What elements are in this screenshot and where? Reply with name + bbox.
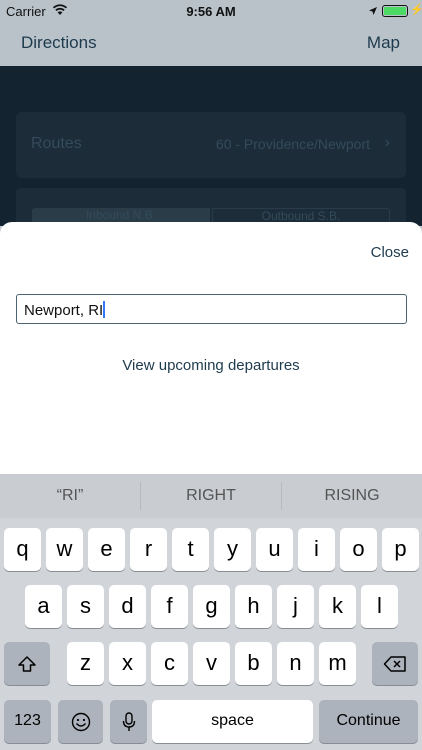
numbers-key[interactable]: 123 [4, 700, 51, 743]
text-caret [103, 301, 106, 318]
key-j[interactable]: j [277, 585, 314, 628]
directions-button[interactable]: Directions [21, 33, 97, 53]
key-o[interactable]: o [340, 528, 377, 571]
backspace-icon [383, 650, 407, 675]
view-departures-link[interactable]: View upcoming departures [0, 357, 422, 374]
shift-key[interactable] [4, 642, 50, 685]
location-search-input[interactable]: Newport, RI [16, 294, 407, 324]
key-q[interactable]: q [4, 528, 41, 571]
key-b[interactable]: b [235, 642, 272, 685]
routes-row: Routes 60 - Providence/Newport › [16, 112, 406, 178]
navigation-bar: Carrier 9:56 AM ⚡ Directions Map [0, 0, 422, 66]
key-a[interactable]: a [25, 585, 62, 628]
clock: 9:56 AM [186, 4, 236, 19]
key-l[interactable]: l [361, 585, 398, 628]
key-n[interactable]: n [277, 642, 314, 685]
emoji-icon [71, 708, 91, 733]
battery-icon [382, 5, 408, 17]
search-sheet: Close Newport, RI View upcoming departur… [0, 222, 422, 474]
routes-value: 60 - Providence/Newport [215, 136, 370, 152]
space-key[interactable]: space [152, 700, 313, 743]
shift-icon [17, 650, 37, 675]
key-w[interactable]: w [46, 528, 83, 571]
suggestion-item[interactable]: “RI” [0, 474, 140, 518]
key-p[interactable]: p [382, 528, 419, 571]
location-arrow-icon [368, 4, 378, 19]
key-k[interactable]: k [319, 585, 356, 628]
emoji-key[interactable] [58, 700, 103, 743]
key-c[interactable]: c [151, 642, 188, 685]
key-d[interactable]: d [109, 585, 146, 628]
microphone-icon [122, 708, 136, 733]
charging-bolt-icon: ⚡ [410, 4, 422, 16]
search-input-value: Newport, RI [24, 302, 104, 319]
keyboard: “RI” RIGHT RISING q w e r t y u i o p a … [0, 474, 422, 750]
key-m[interactable]: m [319, 642, 356, 685]
key-h[interactable]: h [235, 585, 272, 628]
key-g[interactable]: g [193, 585, 230, 628]
key-s[interactable]: s [67, 585, 104, 628]
suggestion-item[interactable]: RISING [282, 474, 422, 518]
key-v[interactable]: v [193, 642, 230, 685]
suggestion-item[interactable]: RIGHT [141, 474, 281, 518]
status-bar: Carrier 9:56 AM ⚡ [0, 0, 422, 22]
key-z[interactable]: z [67, 642, 104, 685]
routes-label: Routes [31, 135, 82, 152]
key-y[interactable]: y [214, 528, 251, 571]
chevron-right-icon: › [384, 134, 390, 151]
key-i[interactable]: i [298, 528, 335, 571]
key-t[interactable]: t [172, 528, 209, 571]
delete-key[interactable] [372, 642, 418, 685]
continue-key[interactable]: Continue [319, 700, 418, 743]
dimmed-background: Routes 60 - Providence/Newport › Inbound… [0, 66, 422, 228]
suggestion-bar: “RI” RIGHT RISING [0, 474, 422, 518]
key-f[interactable]: f [151, 585, 188, 628]
key-e[interactable]: e [88, 528, 125, 571]
close-button[interactable]: Close [371, 244, 409, 261]
dictation-key[interactable] [110, 700, 147, 743]
key-x[interactable]: x [109, 642, 146, 685]
key-u[interactable]: u [256, 528, 293, 571]
key-r[interactable]: r [130, 528, 167, 571]
map-button[interactable]: Map [367, 33, 400, 53]
